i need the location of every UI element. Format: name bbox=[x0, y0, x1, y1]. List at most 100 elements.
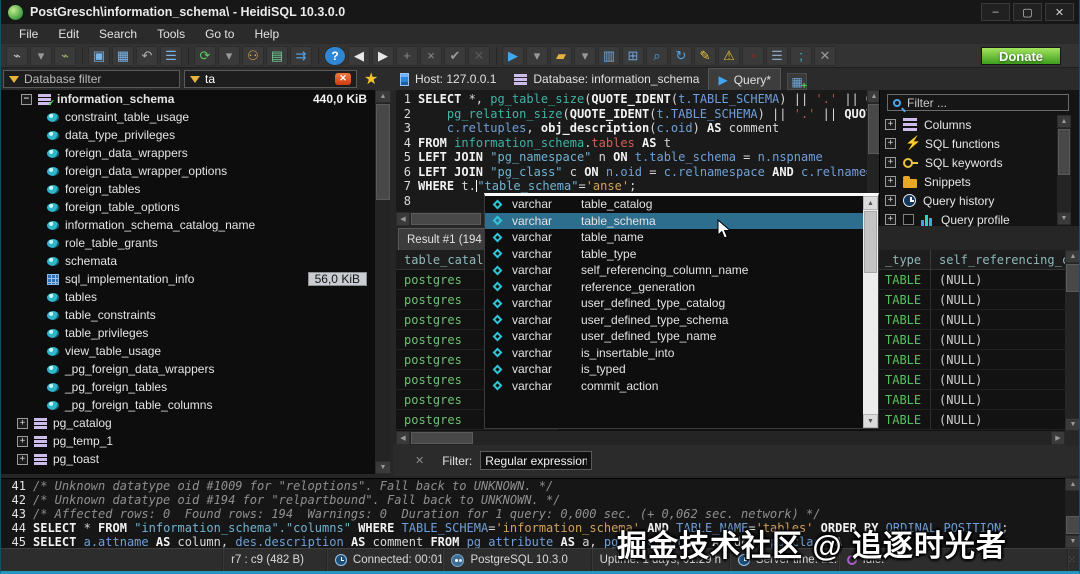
scroll-up-icon[interactable]: ▲ bbox=[1065, 250, 1080, 263]
helper-item-history[interactable]: +Query history bbox=[885, 191, 1061, 210]
tree-item-table_privileges[interactable]: table_privileges bbox=[1, 324, 389, 342]
grid-cell[interactable]: (NULL) bbox=[931, 310, 1065, 329]
grid-cell[interactable]: TABLE bbox=[879, 290, 931, 309]
table-row[interactable]: TABLE(NULL) bbox=[879, 330, 1065, 350]
autocomplete-scrollbar[interactable]: ▲ ▼ bbox=[863, 196, 878, 428]
column-header[interactable]: _type bbox=[879, 250, 931, 269]
scroll-up-icon[interactable]: ▲ bbox=[1057, 115, 1071, 128]
cancel-editing-icon[interactable]: ✕ bbox=[468, 46, 490, 66]
table-row[interactable]: TABLE(NULL) bbox=[879, 290, 1065, 310]
menu-search[interactable]: Search bbox=[89, 27, 147, 41]
minimize-button[interactable]: – bbox=[981, 3, 1010, 21]
close-button[interactable]: ✕ bbox=[1045, 3, 1074, 21]
disconnect-icon[interactable]: ⌁ bbox=[54, 46, 76, 66]
table-row[interactable]: TABLE(NULL) bbox=[879, 410, 1065, 430]
expand-icon[interactable]: + bbox=[885, 157, 896, 168]
menu-tools[interactable]: Tools bbox=[147, 27, 195, 41]
post-changes-icon[interactable]: ✔ bbox=[444, 46, 466, 66]
grid-cell[interactable]: TABLE bbox=[879, 270, 931, 289]
tree-item-_pg_foreign_data_wrappers[interactable]: _pg_foreign_data_wrappers bbox=[1, 360, 389, 378]
semicolon-icon[interactable]: ; bbox=[790, 46, 812, 66]
scroll-up-icon[interactable]: ▲ bbox=[1065, 478, 1080, 491]
tree-item-table_constraints[interactable]: table_constraints bbox=[1, 306, 389, 324]
reformat-icon[interactable]: ☰ bbox=[766, 46, 788, 66]
scrollbar-thumb[interactable] bbox=[411, 213, 481, 225]
add-record-icon[interactable]: + bbox=[396, 46, 418, 66]
expand-icon[interactable]: + bbox=[17, 436, 28, 447]
helper-item-columns[interactable]: +Columns bbox=[885, 115, 1061, 134]
favorite-star-icon[interactable]: ★ bbox=[364, 69, 378, 89]
autocomplete-item[interactable]: varcharreference_generation bbox=[485, 279, 863, 296]
menu-file[interactable]: File bbox=[9, 27, 48, 41]
scrollbar-thumb[interactable] bbox=[864, 211, 877, 273]
tree-item-_pg_foreign_tables[interactable]: _pg_foreign_tables bbox=[1, 378, 389, 396]
tree-item-foreign_tables[interactable]: foreign_tables bbox=[1, 180, 389, 198]
table-filter-input[interactable]: ta ✕ bbox=[184, 70, 357, 88]
help-icon[interactable]: ? bbox=[324, 46, 346, 66]
scroll-right-icon[interactable]: ▶ bbox=[1051, 431, 1065, 445]
data-transfer-icon[interactable]: ⇉ bbox=[290, 46, 312, 66]
table-row[interactable]: TABLE(NULL) bbox=[879, 390, 1065, 410]
scroll-down-icon[interactable]: ▼ bbox=[863, 414, 878, 428]
menu-goto[interactable]: Go to bbox=[195, 27, 244, 41]
run-query-icon[interactable]: ▶ bbox=[502, 46, 524, 66]
scrollbar-thumb[interactable] bbox=[1066, 516, 1080, 534]
tree-item-schemata[interactable]: schemata bbox=[1, 252, 389, 270]
donate-button[interactable]: Donate bbox=[981, 47, 1061, 65]
autocomplete-item[interactable]: varcharself_referencing_column_name bbox=[485, 262, 863, 279]
autocomplete-item[interactable]: varchartable_catalog bbox=[485, 196, 863, 213]
find-icon[interactable]: ⌕ bbox=[646, 46, 668, 66]
clear-grid-filter-icon[interactable]: ✕ bbox=[415, 454, 424, 467]
tab-host[interactable]: Host: 127.0.0.1 bbox=[391, 68, 505, 90]
grid-cell[interactable]: TABLE bbox=[879, 390, 931, 409]
tree-item-_pg_foreign_table_columns[interactable]: _pg_foreign_table_columns bbox=[1, 396, 389, 414]
menu-help[interactable]: Help bbox=[244, 27, 289, 41]
autocomplete-item[interactable]: varchartable_name bbox=[485, 229, 863, 246]
tree-item-foreign_data_wrappers[interactable]: foreign_data_wrappers bbox=[1, 144, 389, 162]
scrollbar-thumb[interactable] bbox=[376, 104, 390, 200]
grid-hscrollbar[interactable]: ◀ ▶ bbox=[396, 431, 1065, 445]
grid-cell[interactable]: (NULL) bbox=[931, 290, 1065, 309]
autocomplete-item[interactable]: varchartable_type bbox=[485, 246, 863, 263]
maximize-button[interactable]: ▢ bbox=[1013, 3, 1042, 21]
grid-cell[interactable]: (NULL) bbox=[931, 390, 1065, 409]
tree-item-foreign_data_wrapper_options[interactable]: foreign_data_wrapper_options bbox=[1, 162, 389, 180]
expand-icon[interactable]: + bbox=[885, 119, 896, 130]
autocomplete-item[interactable]: varcharcommit_action bbox=[485, 378, 863, 395]
helper-item-keywords[interactable]: +SQL keywords bbox=[885, 153, 1061, 172]
expand-icon[interactable]: + bbox=[885, 214, 896, 225]
expand-icon[interactable]: + bbox=[885, 176, 896, 187]
grid-cell[interactable]: (NULL) bbox=[931, 370, 1065, 389]
title-bar[interactable]: PostGresch\information_schema\ - HeidiSQ… bbox=[1, 0, 1079, 24]
paste-icon[interactable]: ▦ bbox=[112, 46, 134, 66]
refresh-dropdown-icon[interactable]: ▾ bbox=[218, 46, 240, 66]
tree-item-role_table_grants[interactable]: role_table_grants bbox=[1, 234, 389, 252]
warning-icon[interactable]: ⚠ bbox=[718, 46, 740, 66]
grid-cell[interactable]: TABLE bbox=[879, 330, 931, 349]
autocomplete-item[interactable]: varcharis_typed bbox=[485, 361, 863, 378]
helper-item-snippets[interactable]: +Snippets bbox=[885, 172, 1061, 191]
grid-vscrollbar[interactable]: ▲ ▼ bbox=[1065, 250, 1080, 431]
grid-filter-input[interactable] bbox=[480, 451, 592, 470]
grid-cell[interactable]: (NULL) bbox=[931, 410, 1065, 429]
grid-cell[interactable]: (NULL) bbox=[931, 270, 1065, 289]
tree-scrollbar[interactable]: ▲ ▼ bbox=[375, 90, 391, 474]
table-row[interactable]: TABLE(NULL) bbox=[879, 270, 1065, 290]
export-database-icon[interactable]: ▤ bbox=[266, 46, 288, 66]
expand-icon[interactable]: + bbox=[17, 454, 28, 465]
scroll-left-icon[interactable]: ◀ bbox=[396, 431, 410, 445]
table-row[interactable]: TABLE(NULL) bbox=[879, 370, 1065, 390]
expand-icon[interactable]: + bbox=[17, 418, 28, 429]
scrollbar-thumb[interactable] bbox=[1066, 264, 1080, 292]
column-header[interactable]: self_referencing_col bbox=[931, 250, 1065, 269]
tree-item-information_schema[interactable]: −information_schema440,0 KiB bbox=[1, 90, 389, 108]
close-tab-icon[interactable]: ✕ bbox=[814, 46, 836, 66]
beautify-icon[interactable]: ✎ bbox=[694, 46, 716, 66]
autocomplete-item[interactable]: varchartable_schema bbox=[485, 213, 863, 230]
scroll-left-icon[interactable]: ◀ bbox=[396, 212, 410, 226]
result-tab[interactable]: Result #1 (194 r bbox=[398, 228, 498, 250]
user-manager-icon[interactable]: ⚇ bbox=[242, 46, 264, 66]
tree-item-constraint_table_usage[interactable]: constraint_table_usage bbox=[1, 108, 389, 126]
scrollbar-thumb[interactable] bbox=[411, 432, 473, 444]
grid-cell[interactable]: TABLE bbox=[879, 350, 931, 369]
